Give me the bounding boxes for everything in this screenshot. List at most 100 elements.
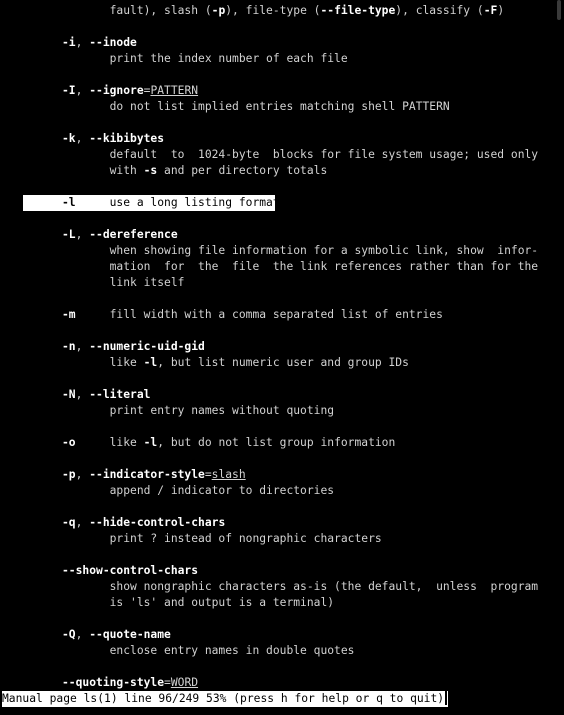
- man-line: -m fill width with a comma separated lis…: [28, 307, 443, 323]
- option-flag: -s: [143, 164, 158, 177]
- man-line-selected: -l use a long listing format: [28, 195, 280, 211]
- man-line: append / indicator to directories: [28, 483, 334, 499]
- man-line: with -s and per directory totals: [28, 163, 328, 179]
- man-line: like -l, but list numeric user and group…: [28, 355, 409, 371]
- man-line: mation for the file the link references …: [28, 259, 539, 275]
- man-text: ,: [75, 228, 90, 241]
- man-line: do not list implied entries matching she…: [28, 99, 450, 115]
- option-flag: -m: [28, 308, 76, 321]
- option-flag: --dereference: [89, 228, 178, 241]
- text-cursor: [445, 691, 448, 705]
- man-line: -o like -l, but do not list group inform…: [28, 435, 395, 451]
- man-line: -I, --ignore=PATTERN: [28, 83, 198, 99]
- man-text: when showing file information for a symb…: [28, 244, 539, 257]
- man-text: use a long listing format: [75, 196, 280, 209]
- man-text: ): [497, 4, 505, 17]
- option-flag: -o: [28, 436, 76, 449]
- option-flag: -p: [28, 468, 76, 481]
- option-flag: --inode: [89, 36, 137, 49]
- option-flag: -L: [28, 228, 76, 241]
- option-flag: -F: [483, 4, 498, 17]
- man-line: -Q, --quote-name: [28, 627, 171, 643]
- option-flag: -I: [28, 84, 76, 97]
- man-line: fault), slash (-p), file-type (--file-ty…: [28, 3, 505, 19]
- man-text: =: [164, 676, 171, 689]
- man-line: --quoting-style=WORD: [28, 675, 198, 691]
- man-text: print ? instead of nongraphic characters: [28, 532, 382, 545]
- option-flag: --numeric-uid-gid: [89, 340, 205, 353]
- man-line: when showing file information for a symb…: [28, 243, 539, 259]
- option-flag: -N: [28, 388, 76, 401]
- option-flag: -i: [28, 36, 76, 49]
- man-line: -q, --hide-control-chars: [28, 515, 225, 531]
- man-text: ), file-type (: [225, 4, 321, 17]
- man-text: link itself: [28, 276, 185, 289]
- option-flag: -q: [28, 516, 76, 529]
- option-flag: --file-type: [320, 4, 396, 17]
- man-line: print the index number of each file: [28, 51, 348, 67]
- option-flag: --quoting-style: [28, 676, 165, 689]
- man-text: ,: [75, 84, 90, 97]
- option-flag: --literal: [89, 388, 151, 401]
- option-flag: --show-control-chars: [28, 564, 199, 577]
- man-line: print ? instead of nongraphic characters: [28, 531, 382, 547]
- option-argument: slash: [211, 468, 246, 481]
- man-line: -N, --literal: [28, 387, 150, 403]
- man-line: link itself: [28, 275, 185, 291]
- option-flag: -Q: [28, 628, 76, 641]
- man-text: ), classify (: [395, 4, 484, 17]
- man-text: ,: [75, 340, 90, 353]
- man-text: ,: [75, 516, 90, 529]
- man-text: append / indicator to directories: [28, 484, 335, 497]
- man-text: default to 1024-byte blocks for file sys…: [28, 148, 539, 161]
- man-line: -n, --numeric-uid-gid: [28, 339, 205, 355]
- man-text: ,: [75, 628, 90, 641]
- man-text: fill width with a comma separated list o…: [75, 308, 443, 321]
- man-line: default to 1024-byte blocks for file sys…: [28, 147, 539, 163]
- option-flag: --indicator-style: [89, 468, 205, 481]
- scrollbar[interactable]: [557, 0, 561, 20]
- man-text: enclose entry names in double quotes: [28, 644, 355, 657]
- man-text: , but do not list group information: [157, 436, 396, 449]
- option-flag: --kibibytes: [89, 132, 165, 145]
- man-text: with: [28, 164, 144, 177]
- option-flag: -n: [28, 340, 76, 353]
- man-text: =: [204, 468, 212, 481]
- option-flag: -l: [143, 356, 158, 369]
- man-text: ,: [75, 468, 90, 481]
- option-flag: --hide-control-chars: [89, 516, 226, 529]
- man-text: mation for the file the link references …: [28, 260, 539, 273]
- option-flag: -p: [211, 4, 226, 17]
- man-text: print entry names without quoting: [28, 404, 335, 417]
- option-flag: -k: [28, 132, 76, 145]
- terminal-window[interactable]: fault), slash (-p), file-type (--file-ty…: [0, 0, 564, 715]
- man-text: like: [75, 436, 144, 449]
- man-text: like: [28, 356, 144, 369]
- man-text: ,: [75, 388, 90, 401]
- man-text: do not list implied entries matching she…: [28, 100, 450, 113]
- man-line: print entry names without quoting: [28, 403, 334, 419]
- man-line: -p, --indicator-style=slash: [28, 467, 246, 483]
- option-argument: WORD: [170, 676, 199, 689]
- man-line: enclose entry names in double quotes: [28, 643, 355, 659]
- man-line: --show-control-chars: [28, 563, 198, 579]
- man-line: -L, --dereference: [28, 227, 178, 243]
- man-text: fault), slash (: [28, 4, 212, 17]
- option-flag: --quote-name: [89, 628, 171, 641]
- option-flag: --ignore: [89, 84, 144, 97]
- man-text: ,: [75, 132, 90, 145]
- option-flag: -l: [143, 436, 158, 449]
- man-text: , but list numeric user and group IDs: [157, 356, 409, 369]
- option-flag: -l: [28, 196, 76, 209]
- man-text: show nongraphic characters as-is (the de…: [28, 580, 539, 593]
- man-line: -i, --inode: [28, 35, 137, 51]
- man-line: -k, --kibibytes: [28, 131, 164, 147]
- option-argument: PATTERN: [150, 84, 199, 97]
- man-line: is 'ls' and output is a terminal): [28, 595, 334, 611]
- man-text: is 'ls' and output is a terminal): [28, 596, 335, 609]
- man-text: ,: [75, 36, 90, 49]
- man-text: and per directory totals: [157, 164, 328, 177]
- pager-status-text: Manual page ls(1) line 96/249 53% (press…: [2, 692, 445, 705]
- man-line: show nongraphic characters as-is (the de…: [28, 579, 539, 595]
- pager-status-bar: Manual page ls(1) line 96/249 53% (press…: [2, 691, 449, 707]
